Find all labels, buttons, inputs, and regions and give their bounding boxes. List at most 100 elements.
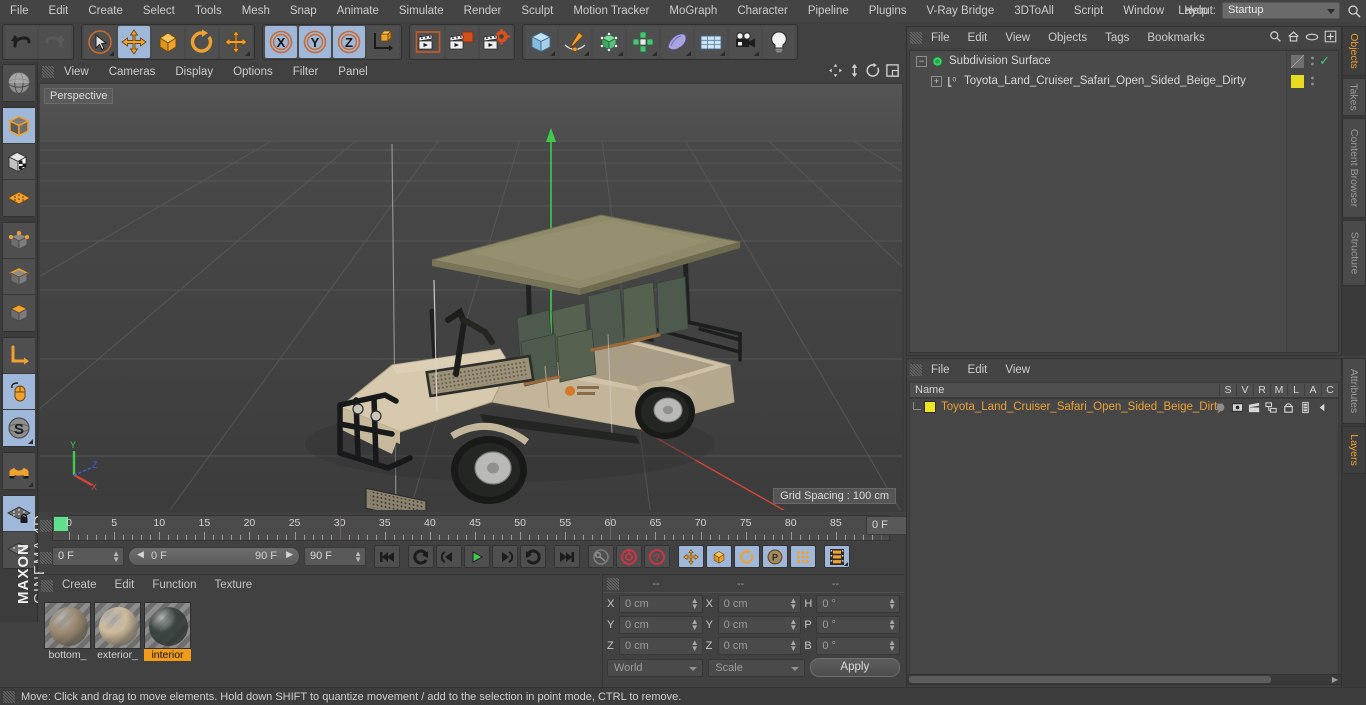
- menu-item-snap[interactable]: Snap: [280, 0, 327, 22]
- snap-button[interactable]: [3, 453, 35, 489]
- apply-button[interactable]: Apply: [809, 658, 900, 677]
- move-tool-button[interactable]: [118, 26, 150, 58]
- object-tag[interactable]: [1291, 75, 1304, 88]
- lock-z-axis-button[interactable]: Z: [333, 26, 365, 58]
- layer-column-m[interactable]: M: [1270, 384, 1287, 396]
- layout-combobox[interactable]: Startup: [1222, 2, 1340, 19]
- point-level-animation-button[interactable]: [790, 545, 816, 568]
- layer-column-r[interactable]: R: [1253, 384, 1270, 396]
- tab-objects[interactable]: Objects: [1342, 26, 1366, 76]
- layer-column-a[interactable]: A: [1304, 384, 1321, 396]
- next-frame-button[interactable]: [492, 545, 518, 568]
- layer-horizontal-scrollbar[interactable]: ◀ ▶: [906, 674, 1342, 685]
- select-tool-button[interactable]: [84, 26, 116, 58]
- new-layer-icon[interactable]: [1324, 30, 1337, 43]
- spinner-icon[interactable]: ▲▼: [112, 550, 120, 564]
- menu-item-script[interactable]: Script: [1064, 0, 1113, 22]
- coordinate-system-dropdown[interactable]: World: [607, 658, 704, 677]
- add-deformer-button[interactable]: [627, 26, 659, 58]
- render-settings-button[interactable]: [480, 26, 512, 58]
- previous-frame-button[interactable]: [436, 545, 462, 568]
- menu-item-file[interactable]: File: [0, 0, 39, 22]
- layer-toggle-r[interactable]: [1246, 400, 1263, 414]
- coord-field-position[interactable]: 0 cm ▲ ▼: [619, 637, 703, 655]
- object-row[interactable]: +0 Toyota_Land_Cruiser_Safari_Open_Sided_…: [910, 71, 1338, 91]
- timeline-grip[interactable]: [40, 520, 52, 532]
- object-row[interactable]: − Subdivision Surface ✓: [910, 51, 1338, 71]
- menu-item-plugins[interactable]: Plugins: [859, 0, 917, 22]
- menu-item-filter[interactable]: Filter: [283, 66, 329, 78]
- tab-content-browser[interactable]: Content Browser: [1342, 118, 1366, 218]
- add-generator-button[interactable]: [593, 26, 625, 58]
- panel-grip[interactable]: [42, 66, 54, 78]
- expand-toggle[interactable]: +: [931, 75, 942, 87]
- menu-item-simulate[interactable]: Simulate: [389, 0, 454, 22]
- coord-field-rotation[interactable]: 0 ° ▲ ▼: [816, 595, 901, 613]
- menu-item-create[interactable]: Create: [53, 575, 106, 596]
- menu-item-cameras[interactable]: Cameras: [99, 66, 166, 78]
- material-name[interactable]: bottom_: [44, 649, 91, 661]
- coord-field-size[interactable]: 0 cm ▲ ▼: [717, 595, 802, 613]
- move-axis-tool-button[interactable]: [220, 26, 252, 58]
- spinner-icon[interactable]: ▲▼: [789, 597, 797, 611]
- object-tag[interactable]: [1291, 55, 1304, 68]
- menu-item-edit[interactable]: Edit: [959, 32, 997, 44]
- menu-item-texture[interactable]: Texture: [205, 575, 261, 596]
- polygons-mode-button[interactable]: [3, 295, 35, 331]
- layer-toggle-m[interactable]: [1263, 400, 1280, 414]
- menu-item-file[interactable]: File: [922, 364, 959, 376]
- home-icon[interactable]: [1287, 30, 1300, 43]
- rotate-tool-button[interactable]: [186, 26, 218, 58]
- material-preview[interactable]: [44, 602, 91, 649]
- spinner-icon[interactable]: ▲▼: [691, 618, 699, 632]
- model-mode-button[interactable]: [3, 108, 35, 144]
- range-right-arrow-icon[interactable]: ▶: [286, 549, 293, 560]
- add-light-button[interactable]: [763, 26, 795, 58]
- menu-item-file[interactable]: File: [922, 32, 959, 44]
- menu-item-mograph[interactable]: MoGraph: [659, 0, 727, 22]
- tab-structure[interactable]: Structure: [1342, 220, 1366, 286]
- transport-grip[interactable]: [40, 552, 52, 564]
- parameter-key-button[interactable]: P: [762, 545, 788, 568]
- menu-item-select[interactable]: Select: [133, 0, 185, 22]
- menu-item-motion-tracker[interactable]: Motion Tracker: [563, 0, 659, 22]
- menu-item-3dtoall[interactable]: 3DToAll: [1004, 0, 1064, 22]
- spinner-icon[interactable]: ▲▼: [888, 597, 896, 611]
- menu-item-tools[interactable]: Tools: [185, 0, 232, 22]
- menu-item-pipeline[interactable]: Pipeline: [798, 0, 859, 22]
- current-frame-field[interactable]: 0 F ▲ ▼: [52, 547, 124, 566]
- viewport-camera-label[interactable]: Perspective: [44, 88, 114, 104]
- scroll-right-arrow-icon[interactable]: ▶: [1332, 676, 1338, 684]
- menu-item-objects[interactable]: Objects: [1039, 32, 1096, 44]
- coordinates-grip[interactable]: [607, 577, 619, 590]
- coord-field-rotation[interactable]: 0 ° ▲ ▼: [816, 616, 901, 634]
- layer-toggle-s[interactable]: [1212, 400, 1229, 414]
- add-floor-button[interactable]: [695, 26, 727, 58]
- dolly-icon[interactable]: [847, 63, 862, 78]
- menu-item-function[interactable]: Function: [143, 575, 205, 596]
- add-spline-button[interactable]: [559, 26, 591, 58]
- visibility-dots[interactable]: [1311, 75, 1314, 88]
- scale-tool-button[interactable]: [152, 26, 184, 58]
- coord-field-size[interactable]: 0 cm ▲ ▼: [717, 637, 802, 655]
- layer-name[interactable]: Toyota_Land_Cruiser_Safari_Open_Sided_Be…: [941, 401, 1223, 413]
- visibility-dots[interactable]: [1311, 55, 1314, 68]
- material-name[interactable]: exterior_: [94, 649, 141, 661]
- layer-manager-grip[interactable]: [910, 363, 922, 376]
- object-manager-grip[interactable]: [910, 31, 922, 44]
- menu-item-sculpt[interactable]: Sculpt: [511, 0, 563, 22]
- coord-field-size[interactable]: 0 cm ▲ ▼: [717, 616, 802, 634]
- menu-item-create[interactable]: Create: [78, 0, 133, 22]
- material-item[interactable]: exterior_: [94, 602, 141, 661]
- scale-key-button[interactable]: [706, 545, 732, 568]
- vehicle-model[interactable]: [40, 84, 902, 510]
- eye-icon[interactable]: [1305, 32, 1319, 42]
- tab-takes[interactable]: Takes: [1342, 78, 1366, 116]
- play-forwards-loop-button[interactable]: [520, 545, 546, 568]
- menu-item-edit[interactable]: Edit: [39, 0, 79, 22]
- coordinate-mode-dropdown[interactable]: Scale: [708, 658, 805, 677]
- rotate-icon[interactable]: [866, 63, 881, 78]
- timeline-mode-button[interactable]: [824, 545, 850, 568]
- spinner-icon[interactable]: ▲▼: [888, 639, 896, 653]
- object-name[interactable]: Subdivision Surface: [949, 55, 1051, 67]
